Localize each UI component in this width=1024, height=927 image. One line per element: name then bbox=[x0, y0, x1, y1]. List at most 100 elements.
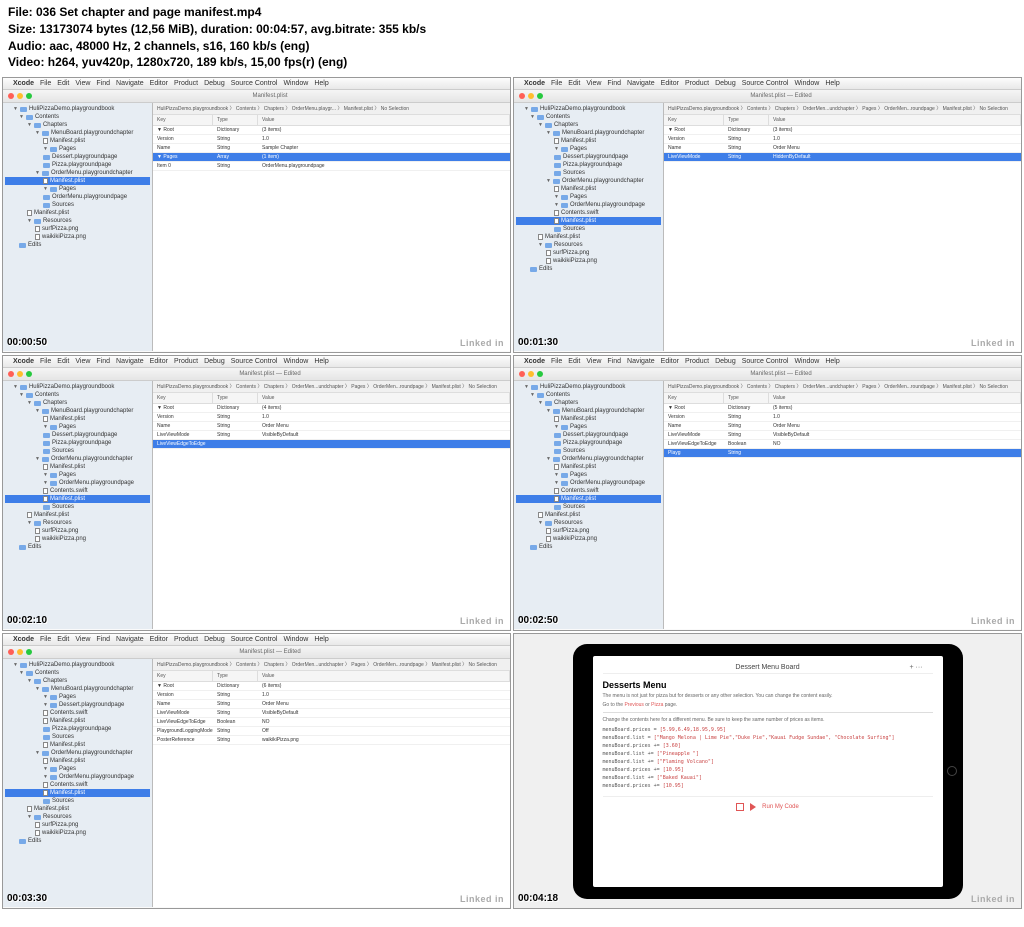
menu-item[interactable]: Editor bbox=[150, 358, 168, 365]
menu-item[interactable]: Help bbox=[825, 358, 839, 365]
menu-item[interactable]: Product bbox=[174, 636, 198, 643]
tree-item[interactable]: ▼Pages bbox=[516, 471, 661, 479]
plist-value[interactable]: Order Menu bbox=[769, 144, 1021, 152]
tree-item[interactable]: ▼Pages bbox=[5, 693, 150, 701]
tree-item[interactable]: surfPizza.png bbox=[5, 527, 150, 535]
plist-value[interactable]: NO bbox=[769, 440, 1021, 448]
tree-item[interactable]: Manifest.plist bbox=[516, 511, 661, 519]
plist-key[interactable]: Playg bbox=[664, 449, 724, 457]
tree-item[interactable]: Sources bbox=[516, 503, 661, 511]
run-button[interactable]: Run My Code bbox=[762, 804, 799, 810]
menu-item[interactable]: View bbox=[586, 358, 601, 365]
plist-row[interactable]: PlaygString bbox=[664, 449, 1021, 458]
tree-item[interactable]: Edits bbox=[5, 837, 150, 845]
plist-row[interactable]: NameStringSample Chapter bbox=[153, 144, 510, 153]
stop-icon[interactable] bbox=[736, 803, 744, 811]
plist-row[interactable]: VersionString1.0 bbox=[664, 413, 1021, 422]
tree-item[interactable]: Contents.swift bbox=[5, 709, 150, 717]
plist-value[interactable]: (5 items) bbox=[769, 404, 1021, 412]
traffic-light-g[interactable] bbox=[26, 649, 32, 655]
menu-item[interactable]: Navigate bbox=[116, 358, 144, 365]
plist-key[interactable]: ▼ Root bbox=[153, 126, 213, 134]
play-icon[interactable] bbox=[750, 803, 756, 811]
plist-value[interactable]: NO bbox=[258, 718, 510, 726]
plist-type[interactable]: String bbox=[724, 449, 769, 457]
tree-item[interactable]: Manifest.plist bbox=[516, 495, 661, 503]
macos-menubar[interactable]: XcodeFileEditViewFindNavigateEditorProdu… bbox=[514, 356, 1021, 368]
tree-item[interactable]: Pizza.playgroundpage bbox=[516, 161, 661, 169]
menu-item[interactable]: View bbox=[75, 636, 90, 643]
tree-item[interactable]: Manifest.plist bbox=[5, 741, 150, 749]
tree-item[interactable]: ▼Pages bbox=[5, 765, 150, 773]
plist-row[interactable]: LiveViewModeStringVisibleByDefault bbox=[153, 431, 510, 440]
tree-item[interactable]: surfPizza.png bbox=[516, 527, 661, 535]
plist-row[interactable]: VersionString1.0 bbox=[664, 135, 1021, 144]
menu-item[interactable]: Xcode bbox=[13, 358, 34, 365]
plist-value[interactable]: Order Menu bbox=[258, 700, 510, 708]
plist-type[interactable]: String bbox=[724, 431, 769, 439]
tree-item[interactable]: ▼MenuBoard.playgroundchapter bbox=[5, 685, 150, 693]
menu-item[interactable]: Xcode bbox=[524, 80, 545, 87]
code-editor[interactable]: menuBoard.prices = [5.99,6.49,18.95,9.95… bbox=[603, 726, 933, 790]
tree-item[interactable]: ▼Pages bbox=[516, 423, 661, 431]
project-navigator[interactable]: ▼HuliPizzaDemo.playgroundbook▼Contents▼C… bbox=[514, 103, 664, 351]
plist-key[interactable]: LiveViewEdgeToEdge bbox=[153, 718, 213, 726]
plist-key[interactable]: PlaygroundLoggingMode bbox=[153, 727, 213, 735]
tree-item[interactable]: Manifest.plist bbox=[516, 185, 661, 193]
tree-item[interactable]: surfPizza.png bbox=[516, 249, 661, 257]
plist-row[interactable]: LiveViewModeStringVisibleByDefault bbox=[664, 431, 1021, 440]
tree-item[interactable]: ▼MenuBoard.playgroundchapter bbox=[5, 129, 150, 137]
plist-key[interactable]: Name bbox=[664, 144, 724, 152]
menu-item[interactable]: Help bbox=[314, 80, 328, 87]
code-line[interactable]: menuBoard.prices += [3.60] bbox=[603, 742, 933, 750]
plist-value[interactable]: HiddenByDefault bbox=[769, 153, 1021, 161]
tree-item[interactable]: Sources bbox=[516, 225, 661, 233]
plist-type[interactable]: String bbox=[213, 135, 258, 143]
plist-type[interactable]: String bbox=[213, 691, 258, 699]
plist-type[interactable]: Dictionary bbox=[213, 126, 258, 134]
plist-value[interactable]: Order Menu bbox=[769, 422, 1021, 430]
traffic-light-g[interactable] bbox=[537, 371, 543, 377]
plist-row[interactable]: LiveViewModeStringVisibleByDefault bbox=[153, 709, 510, 718]
plist-key[interactable]: LiveViewMode bbox=[664, 431, 724, 439]
tree-item[interactable]: Manifest.plist bbox=[516, 217, 661, 225]
traffic-light-g[interactable] bbox=[26, 93, 32, 99]
tree-item[interactable]: Contents.swift bbox=[5, 781, 150, 789]
plist-row[interactable]: ▼ RootDictionary(5 items) bbox=[664, 404, 1021, 413]
menu-item[interactable]: Window bbox=[283, 636, 308, 643]
plist-type[interactable]: String bbox=[213, 736, 258, 744]
plist-type[interactable]: String bbox=[213, 431, 258, 439]
macos-menubar[interactable]: XcodeFileEditViewFindNavigateEditorProdu… bbox=[3, 78, 510, 90]
plist-type[interactable]: Dictionary bbox=[724, 404, 769, 412]
plist-row[interactable]: LiveViewEdgeToEdgeBooleanNO bbox=[664, 440, 1021, 449]
traffic-light-y[interactable] bbox=[17, 649, 23, 655]
plist-key[interactable]: ▼ Pages bbox=[153, 153, 213, 161]
plist-key[interactable]: Name bbox=[153, 700, 213, 708]
plist-row[interactable]: LiveViewEdgeToEdge bbox=[153, 440, 510, 449]
plist-value[interactable]: Off bbox=[258, 727, 510, 735]
tree-item[interactable]: ▼OrderMenu.playgroundchapter bbox=[516, 177, 661, 185]
menu-item[interactable]: Find bbox=[96, 80, 110, 87]
menu-item[interactable]: Product bbox=[174, 358, 198, 365]
traffic-light-r[interactable] bbox=[8, 371, 14, 377]
menu-item[interactable]: Window bbox=[794, 358, 819, 365]
plist-key[interactable]: PosterReference bbox=[153, 736, 213, 744]
breadcrumb[interactable]: HuliPizzaDemo.playgroundbook 〉 Contents … bbox=[153, 103, 510, 115]
plist-type[interactable]: String bbox=[213, 422, 258, 430]
tree-item[interactable]: waikikiPizza.png bbox=[516, 257, 661, 265]
menu-item[interactable]: Edit bbox=[57, 358, 69, 365]
menu-item[interactable]: Find bbox=[607, 358, 621, 365]
tree-item[interactable]: Sources bbox=[5, 797, 150, 805]
plist-type[interactable]: String bbox=[724, 144, 769, 152]
tree-item[interactable]: Manifest.plist bbox=[516, 233, 661, 241]
breadcrumb[interactable]: HuliPizzaDemo.playgroundbook 〉 Contents … bbox=[153, 659, 510, 671]
tree-item[interactable]: ▼Contents bbox=[5, 391, 150, 399]
plist-key[interactable]: Name bbox=[153, 422, 213, 430]
plist-row[interactable]: ▼ RootDictionary(3 items) bbox=[153, 126, 510, 135]
code-line[interactable]: menuBoard.prices = [5.99,6.49,18.95,9.95… bbox=[603, 726, 933, 734]
traffic-light-g[interactable] bbox=[26, 371, 32, 377]
tree-item[interactable]: ▼OrderMenu.playgroundchapter bbox=[5, 455, 150, 463]
tree-item[interactable]: ▼OrderMenu.playgroundpage bbox=[516, 201, 661, 209]
plist-row[interactable]: LiveViewModeStringHiddenByDefault bbox=[664, 153, 1021, 162]
plist-type[interactable]: String bbox=[213, 144, 258, 152]
